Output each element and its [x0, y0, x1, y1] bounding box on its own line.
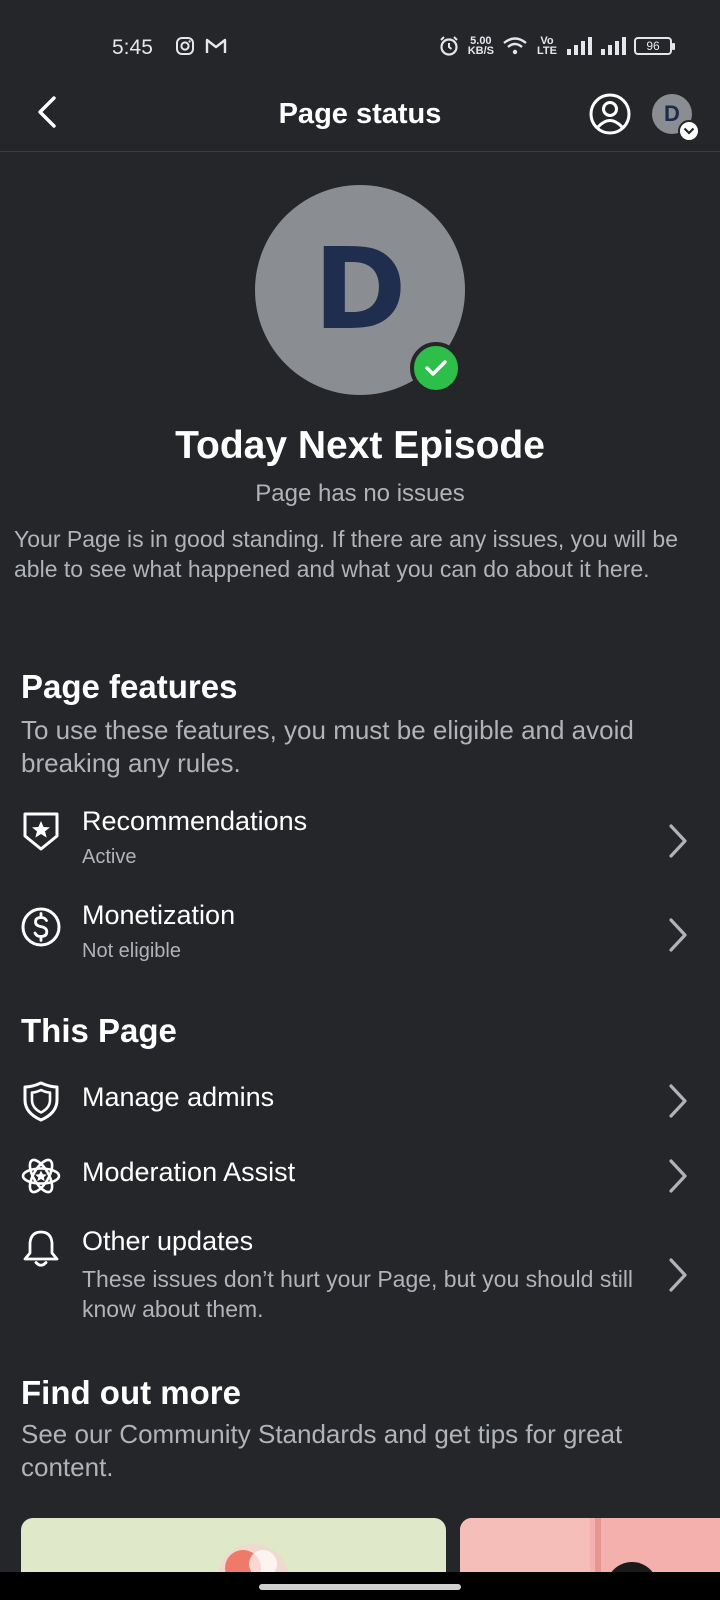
recommendations-label: Recommendations [82, 806, 308, 836]
profile-icon[interactable] [588, 92, 632, 136]
monetization-status: Not eligible [82, 940, 181, 962]
other-updates-label: Other updates [82, 1226, 254, 1256]
gmail-icon [205, 38, 227, 53]
monetization-row[interactable]: Monetization Not eligible [0, 900, 720, 972]
community-standards-card[interactable] [21, 1518, 446, 1578]
manage-admins-label: Manage admins [82, 1082, 275, 1112]
section-title-page-features: Page features [21, 668, 238, 705]
signal-icon-2 [601, 37, 626, 55]
account-initial: D [664, 101, 680, 126]
signal-icon [567, 37, 592, 55]
standing-description: Your Page is in good standing. If there … [14, 526, 679, 582]
recommendations-row[interactable]: Recommendations Active [0, 806, 720, 878]
header-bar: Page status D [0, 78, 720, 152]
wifi-icon [503, 37, 527, 55]
section-subtitle-page-features: To use these features, you must be eligi… [21, 715, 634, 778]
bell-icon [23, 1230, 59, 1267]
chevron-right-icon [669, 918, 687, 952]
manage-admins-row[interactable]: Manage admins [0, 1080, 720, 1140]
dollar-circle-icon [21, 907, 61, 947]
alarm-icon [440, 36, 458, 56]
section-subtitle-find-out-more: See our Community Standards and get tips… [21, 1419, 623, 1482]
card-illustration [217, 1544, 289, 1578]
content-tips-card[interactable] [460, 1518, 720, 1578]
section-title-this-page: This Page [21, 1012, 177, 1049]
chevron-right-icon [669, 824, 687, 858]
instagram-icon [176, 37, 194, 55]
volte-label: Vo LTE [537, 35, 557, 57]
shield-icon [23, 1081, 59, 1122]
checkmark-badge-icon [410, 342, 462, 394]
atom-icon [21, 1158, 61, 1194]
status-time: 5:45 [112, 36, 153, 59]
page-name: Today Next Episode [175, 424, 545, 467]
battery-level: 96 [646, 39, 660, 53]
section-title-find-out-more: Find out more [21, 1374, 241, 1411]
chevron-down-icon [678, 120, 700, 142]
chevron-right-icon [669, 1084, 687, 1118]
other-updates-description: These issues don’t hurt your Page, but y… [82, 1266, 634, 1322]
card-illustration [460, 1518, 720, 1578]
speed-unit: KB/S [467, 45, 494, 57]
star-badge-icon [23, 812, 59, 851]
page-avatar: D [255, 185, 465, 395]
network-speed: 5.00 KB/S [467, 36, 494, 57]
home-indicator[interactable] [259, 1584, 461, 1590]
page-status-text: Page has no issues [255, 480, 465, 507]
account-switcher-button[interactable]: D [652, 94, 700, 142]
battery-indicator: 96 [634, 37, 675, 55]
chevron-right-icon [669, 1159, 687, 1193]
recommendations-status: Active [82, 846, 137, 868]
moderation-assist-label: Moderation Assist [82, 1157, 296, 1187]
moderation-assist-row[interactable]: Moderation Assist [0, 1155, 720, 1215]
system-icons: 5.00 KB/S Vo LTE 96 [438, 35, 675, 57]
notification-icons [175, 36, 227, 56]
chevron-right-icon [669, 1258, 687, 1292]
monetization-label: Monetization [82, 900, 236, 930]
other-updates-row[interactable]: Other updates These issues don’t hurt yo… [0, 1226, 720, 1326]
avatar-initial: D [313, 225, 407, 355]
